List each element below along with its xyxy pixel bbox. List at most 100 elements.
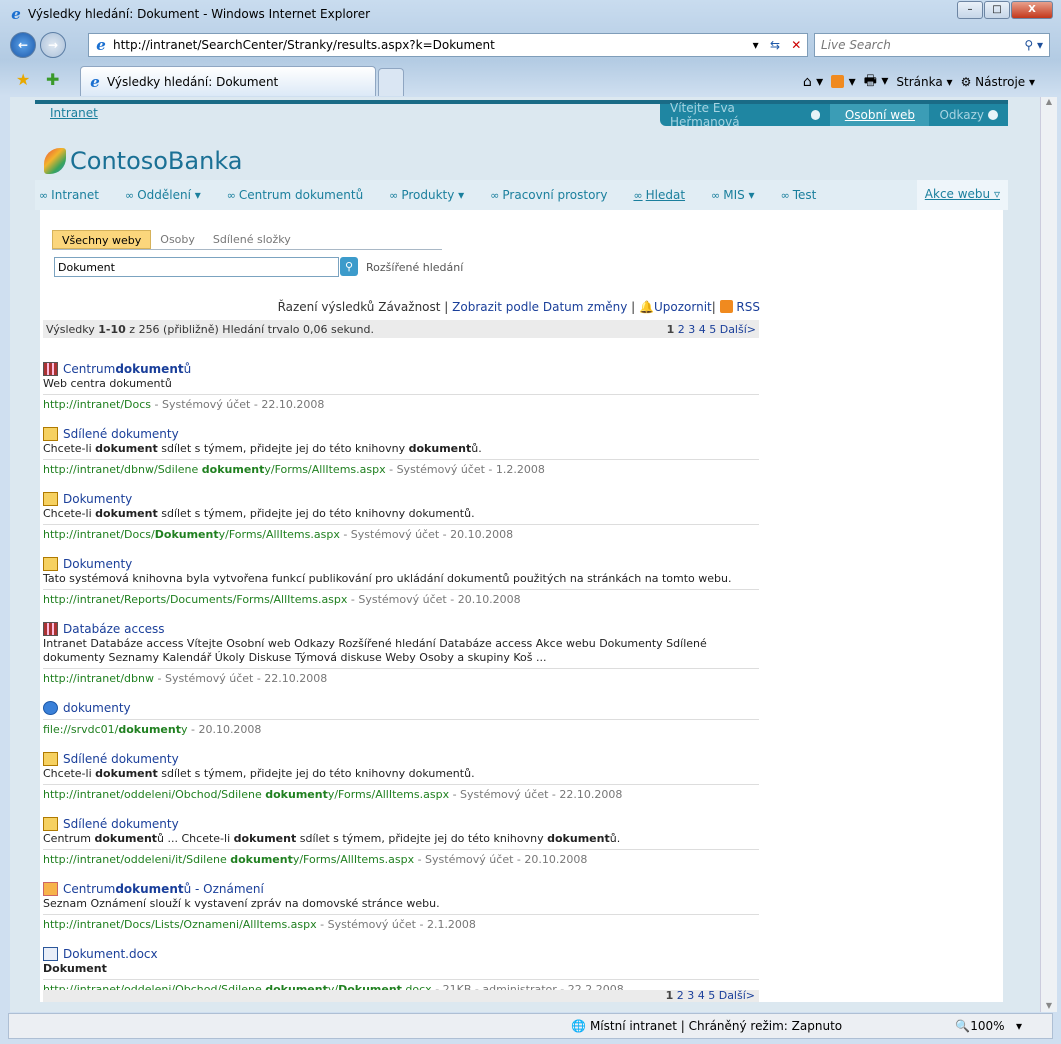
result-title-link[interactable]: Dokumenty	[43, 555, 759, 572]
result-title-link[interactable]: Sdílené dokumenty	[43, 750, 759, 767]
page-2[interactable]: 2	[677, 989, 684, 1002]
new-tab-button[interactable]	[378, 68, 404, 96]
nav-oddeleni[interactable]: Oddělení ▾	[125, 188, 201, 202]
add-favorites-icon[interactable]: ✚	[46, 70, 59, 89]
result-url[interactable]: http://intranet/Docs/Lists/Oznameni/AllI…	[43, 918, 759, 931]
result-description-text: sdílet s týmem, přidejte jej do této kni…	[157, 442, 409, 455]
welcome-menu[interactable]: Vítejte Eva Heřmanová	[660, 101, 830, 129]
view-by-modified-link[interactable]: Zobrazit podle Datum změny	[452, 300, 627, 314]
result-title-link[interactable]: Sdílené dokumenty	[43, 815, 759, 832]
result-title-text: dokument	[115, 361, 184, 376]
site-logo[interactable]: ContosoBanka	[44, 147, 243, 175]
result-title-text: Centrum	[63, 881, 116, 896]
page-4[interactable]: 4	[698, 989, 705, 1002]
links-menu[interactable]: Odkazy	[929, 104, 1008, 126]
tools-menu[interactable]: ⚙ Nástroje ▾	[961, 75, 1035, 89]
favorites-star-icon[interactable]: ★	[16, 70, 30, 89]
page-4[interactable]: 4	[699, 323, 706, 336]
home-icon[interactable]: ⌂ ▾	[803, 74, 823, 90]
result-description: Intranet Databáze access Vítejte Osobní …	[43, 637, 759, 669]
result-url[interactable]: http://intranet/Docs/Dokumenty/Forms/All…	[43, 528, 759, 541]
nav-test[interactable]: Test	[781, 188, 817, 202]
result-title-link[interactable]: dokumenty	[43, 699, 759, 716]
alert-me-link[interactable]: Upozornit	[654, 300, 712, 314]
result-meta: - Systémový účet - 22.10.2008	[449, 788, 623, 801]
maximize-button[interactable]: □	[984, 1, 1010, 19]
nav-pracovni-prostory[interactable]: Pracovní prostory	[490, 188, 607, 202]
result-meta: - Systémový účet - 1.2.2008	[385, 463, 545, 476]
result-url[interactable]: http://intranet/dbnw - Systémový účet - …	[43, 672, 759, 685]
page-5[interactable]: 5	[708, 989, 715, 1002]
advanced-search-link[interactable]: Rozšířené hledání	[366, 261, 463, 274]
page-menu[interactable]: Stránka ▾	[896, 75, 952, 89]
result-item: Sdílené dokumenty Chcete-li dokument sdíl…	[43, 425, 759, 476]
search-icon[interactable]: ⚲ ▾	[1024, 38, 1043, 52]
dropdown-icon[interactable]: ▾	[753, 38, 759, 52]
result-description-text: sdílet s týmem, přidejte jej do této kni…	[157, 507, 475, 520]
doclib-icon	[43, 751, 58, 766]
result-url-text: http://intranet/oddeleni/it/Sdilene	[43, 853, 231, 866]
address-bar[interactable]: e http://intranet/SearchCenter/Stranky/r…	[88, 33, 808, 57]
tab-active[interactable]: e Výsledky hledání: Dokument	[80, 66, 376, 96]
feeds-icon[interactable]: ▾	[831, 74, 856, 90]
result-url-text: http://intranet/dbnw	[43, 672, 154, 685]
title-bar: e Výsledky hledání: Dokument - Windows I…	[0, 0, 1061, 28]
nav-mis[interactable]: MIS ▾	[711, 188, 754, 202]
search-input[interactable]: Dokument	[54, 257, 339, 277]
result-url[interactable]: http://intranet/Docs - Systémový účet - …	[43, 398, 759, 411]
result-title-text: Dokumenty	[63, 556, 133, 571]
zone-text[interactable]: Místní intranet | Chráněný režim: Zapnut…	[590, 1019, 842, 1033]
result-url-text: http://intranet/Docs	[43, 398, 152, 411]
page-1: 1	[666, 323, 675, 336]
scope-shared-folders[interactable]: Sdílené složky	[204, 230, 300, 249]
print-icon[interactable]: 🖶 ▾	[864, 70, 889, 94]
my-site-link[interactable]: Osobní web	[830, 104, 930, 126]
result-title-link[interactable]: Sdílené dokumenty	[43, 425, 759, 442]
refresh-icon[interactable]: ⇆	[770, 38, 780, 52]
result-title-link[interactable]: Centrum dokument ů	[43, 360, 759, 377]
nav-hledat[interactable]: Hledat	[633, 188, 685, 202]
result-url[interactable]: file://srvdc01/dokumenty - 20.10.2008	[43, 723, 759, 736]
result-description: Chcete-li dokument sdílet s týmem, přide…	[43, 767, 759, 785]
result-title-text: Sdílené dokumenty	[63, 751, 179, 766]
next-page-link[interactable]: Další>	[720, 323, 756, 336]
forward-button[interactable]: →	[40, 32, 66, 58]
vertical-scrollbar[interactable]: ▲ ▼	[1040, 97, 1057, 1012]
result-url[interactable]: http://intranet/oddeleni/it/Sdilene doku…	[43, 853, 759, 866]
result-item: dokumenty file://srvdc01/dokumenty - 20.1…	[43, 699, 759, 736]
back-button[interactable]: ←	[10, 32, 36, 58]
result-title-link[interactable]: Centrum dokument ů - Oznámení	[43, 880, 759, 897]
breadcrumb-intranet[interactable]: Intranet	[50, 106, 98, 120]
page-5[interactable]: 5	[709, 323, 716, 336]
stop-icon[interactable]: ✕	[791, 38, 801, 52]
close-button[interactable]: X	[1011, 1, 1053, 19]
result-title-link[interactable]: Dokumenty	[43, 490, 759, 507]
scope-all-sites[interactable]: Všechny weby	[52, 230, 152, 249]
result-title-link[interactable]: Databáze access	[43, 620, 759, 637]
result-url[interactable]: http://intranet/Reports/Documents/Forms/…	[43, 593, 759, 606]
result-url[interactable]: http://intranet/oddeleni/Obchod/Sdilene …	[43, 788, 759, 801]
page-2[interactable]: 2	[678, 323, 685, 336]
result-description-text: dokument	[95, 442, 158, 455]
page-3[interactable]: 3	[688, 323, 695, 336]
page-3[interactable]: 3	[687, 989, 694, 1002]
result-title-link[interactable]: Dokument.docx	[43, 945, 759, 962]
result-description-text: Chcete-li	[43, 767, 96, 780]
site-actions-menu[interactable]: Akce webu ▿	[916, 180, 1008, 210]
result-title-text: Dokumenty	[63, 491, 133, 506]
result-description-text: ů.	[609, 832, 621, 845]
nav-centrum-dokumentu[interactable]: Centrum dokumentů	[227, 188, 363, 202]
zoom-control[interactable]: 🔍100% ▾	[955, 1019, 1022, 1033]
nav-intranet[interactable]: Intranet	[39, 188, 99, 202]
result-item: Dokument.docxDokumenthttp://intranet/odd…	[43, 945, 759, 996]
next-page-link[interactable]: Další>	[719, 989, 755, 1002]
search-go-button[interactable]: ⚲	[340, 257, 358, 276]
page-icon: e	[96, 36, 106, 54]
scope-people[interactable]: Osoby	[151, 230, 204, 249]
result-url[interactable]: http://intranet/dbnw/Sdilene dokumenty/F…	[43, 463, 759, 476]
doclib-icon	[43, 491, 58, 506]
minimize-button[interactable]: –	[957, 1, 983, 19]
rss-link[interactable]: RSS	[736, 300, 760, 314]
nav-produkty[interactable]: Produkty ▾	[389, 188, 464, 202]
live-search-input[interactable]: Live Search ⚲ ▾	[814, 33, 1050, 57]
